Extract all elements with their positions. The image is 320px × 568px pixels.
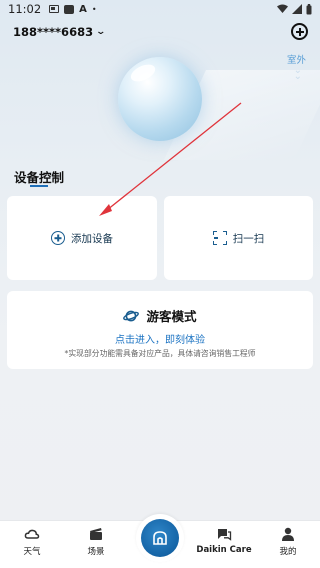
guest-mode-link[interactable]: 点击进入，即刻体验 [7, 331, 313, 346]
scan-card[interactable]: 扫一扫 [164, 196, 313, 280]
guest-mode-card[interactable]: 游客模式 点击进入，即刻体验 *实现部分功能需具备对应产品，具体请咨询销售工程师 [7, 291, 313, 369]
guest-mode-note: *实现部分功能需具备对应产品，具体请咨询销售工程师 [64, 349, 256, 358]
weather-orb [118, 57, 202, 141]
tab-mine-label: 我的 [279, 547, 297, 557]
dot-icon: • [91, 4, 97, 14]
wifi-icon [277, 4, 288, 13]
tab-home-center-button[interactable] [141, 519, 179, 557]
chevron-down-icon: ⌄ [95, 27, 107, 37]
a-notification-icon: A [79, 3, 87, 15]
add-circle-icon [51, 231, 65, 245]
weather-cloud-icon [24, 529, 40, 539]
outdoor-label[interactable]: 室外 [287, 52, 306, 66]
daikin-home-icon [153, 531, 167, 545]
signal-icon [292, 4, 302, 14]
tab-weather[interactable]: 天气 [2, 526, 62, 564]
app-notification-icon [64, 4, 75, 14]
tab-scene[interactable]: 场景 [66, 526, 126, 564]
tab-daikin-care-label: Daikin Care [196, 545, 252, 555]
planet-icon [123, 310, 140, 321]
battery-icon [306, 3, 312, 14]
scene-clapper-icon [90, 528, 102, 540]
tab-daikin-care[interactable]: Daikin Care [193, 526, 255, 564]
status-bar: 11:02 A • [0, 0, 320, 18]
scan-label: 扫一扫 [232, 232, 265, 245]
section-underline [30, 185, 48, 187]
section-title: 设备控制 [14, 170, 65, 185]
tab-scene-label: 场景 [87, 547, 105, 557]
scan-icon [212, 231, 227, 245]
profile-person-icon [282, 527, 294, 541]
status-time: 11:02 [8, 2, 42, 16]
care-chat-icon [218, 529, 232, 541]
guest-mode-title: 游客模式 [146, 309, 197, 324]
gallery-notification-icon [49, 5, 60, 13]
add-device-label: 添加设备 [71, 232, 113, 245]
account-number: 188****6683 [13, 25, 94, 39]
add-device-card[interactable]: 添加设备 [7, 196, 157, 280]
tab-weather-label: 天气 [23, 547, 41, 557]
account-selector[interactable]: 188****6683 ⌄ [13, 25, 107, 39]
tab-mine[interactable]: 我的 [258, 526, 318, 564]
add-circle-button[interactable] [291, 23, 308, 40]
